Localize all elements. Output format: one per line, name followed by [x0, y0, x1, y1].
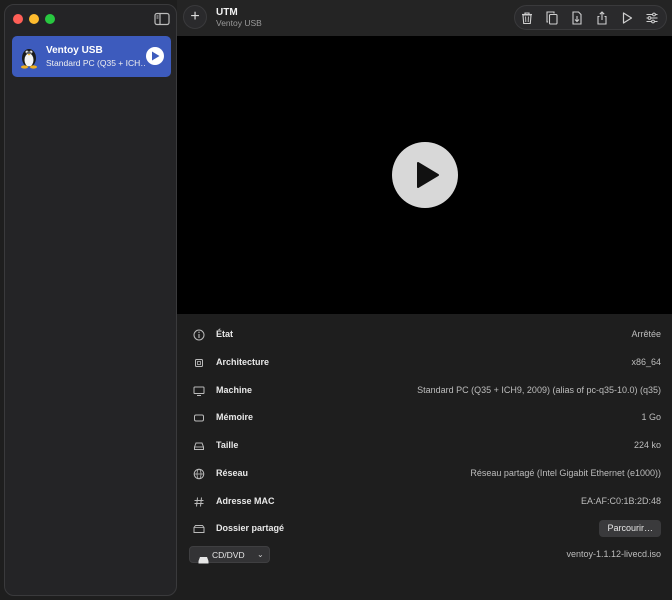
- linux-tux-icon: [18, 45, 40, 69]
- toolbar: + UTM Ventoy USB: [177, 0, 672, 36]
- drive-icon: [198, 551, 209, 564]
- close-window-button[interactable]: [13, 14, 23, 24]
- run-icon[interactable]: [620, 11, 634, 25]
- shared-folder-icon: [193, 523, 205, 535]
- cd-dvd-label: CD/DVD: [212, 550, 245, 560]
- vm-subtitle: Standard PC (Q35 + ICH…: [46, 58, 146, 68]
- detail-row-network: Réseau Réseau partagé (Intel Gigabit Eth…: [177, 464, 672, 484]
- toolbar-actions: [514, 5, 667, 30]
- detail-value: EA:AF:C0:1B:2D:48: [580, 496, 661, 506]
- detail-label: Taille: [216, 440, 239, 450]
- drive-icon: [193, 440, 205, 452]
- detail-label: Réseau: [216, 468, 249, 478]
- cd-dvd-dropdown[interactable]: CD/DVD ⌄: [189, 546, 270, 564]
- detail-row-state: État Arrêtée: [177, 325, 672, 345]
- detail-value: 1 Go: [641, 412, 661, 422]
- download-icon[interactable]: [570, 11, 584, 25]
- detail-label: Dossier partagé: [216, 523, 285, 533]
- detail-row-cd: CD/DVD ⌄ ventoy-1.1.12-livecd.iso: [177, 545, 672, 565]
- settings-icon[interactable]: [645, 11, 659, 25]
- vm-play-button[interactable]: [146, 47, 164, 65]
- window-title: UTM: [216, 7, 238, 18]
- detail-label: État: [216, 329, 234, 339]
- cpu-icon: [193, 357, 205, 369]
- detail-row-mac: Adresse MAC EA:AF:C0:1B:2D:48: [177, 492, 672, 512]
- detail-label: Architecture: [216, 357, 270, 367]
- detail-value: 224 ko: [633, 440, 661, 450]
- hash-icon: [193, 496, 205, 508]
- vm-display-preview: [177, 36, 672, 314]
- share-icon[interactable]: [595, 11, 609, 25]
- display-icon: [193, 385, 205, 397]
- detail-value: Réseau partagé (Intel Gigabit Ethernet (…: [470, 468, 661, 478]
- detail-label: Adresse MAC: [216, 496, 275, 506]
- sidebar-toggle-icon[interactable]: [154, 12, 170, 26]
- window-subtitle: Ventoy USB: [216, 18, 262, 28]
- info-icon: [193, 329, 205, 341]
- vm-list-item[interactable]: Ventoy USB Standard PC (Q35 + ICH…: [12, 36, 171, 77]
- detail-label: Machine: [216, 385, 253, 395]
- chevron-down-icon: ⌄: [257, 550, 264, 559]
- detail-row-architecture: Architecture x86_64: [177, 353, 672, 373]
- play-icon: [417, 162, 439, 188]
- detail-label: Mémoire: [216, 412, 254, 422]
- trash-icon[interactable]: [520, 11, 534, 25]
- sidebar: Ventoy USB Standard PC (Q35 + ICH…: [4, 4, 177, 596]
- plus-icon: +: [190, 8, 200, 25]
- minimize-window-button[interactable]: [29, 14, 39, 24]
- maximize-window-button[interactable]: [45, 14, 55, 24]
- utm-window: Ventoy USB Standard PC (Q35 + ICH… + UTM…: [0, 0, 672, 600]
- detail-value: Arrêtée: [631, 329, 661, 339]
- detail-value: x86_64: [631, 357, 661, 367]
- detail-row-shared-folder: Dossier partagé Parcourir…: [177, 519, 672, 539]
- vm-name: Ventoy USB: [46, 45, 103, 56]
- main-panel: + UTM Ventoy USB État Arrêtée Architectu…: [177, 0, 672, 600]
- detail-row-memory: Mémoire 1 Go: [177, 408, 672, 428]
- clone-icon[interactable]: [545, 11, 559, 25]
- cd-image-name: ventoy-1.1.12-livecd.iso: [566, 549, 661, 559]
- browse-button[interactable]: Parcourir…: [599, 520, 661, 537]
- vm-details: État Arrêtée Architecture x86_64 Machine…: [177, 314, 672, 600]
- globe-icon: [193, 468, 205, 480]
- play-icon: [152, 51, 160, 61]
- detail-row-machine: Machine Standard PC (Q35 + ICH9, 2009) (…: [177, 381, 672, 401]
- memory-icon: [193, 412, 205, 424]
- start-vm-button[interactable]: [392, 142, 458, 208]
- add-vm-button[interactable]: +: [183, 5, 207, 29]
- detail-value: Standard PC (Q35 + ICH9, 2009) (alias of…: [417, 385, 661, 395]
- detail-row-size: Taille 224 ko: [177, 436, 672, 456]
